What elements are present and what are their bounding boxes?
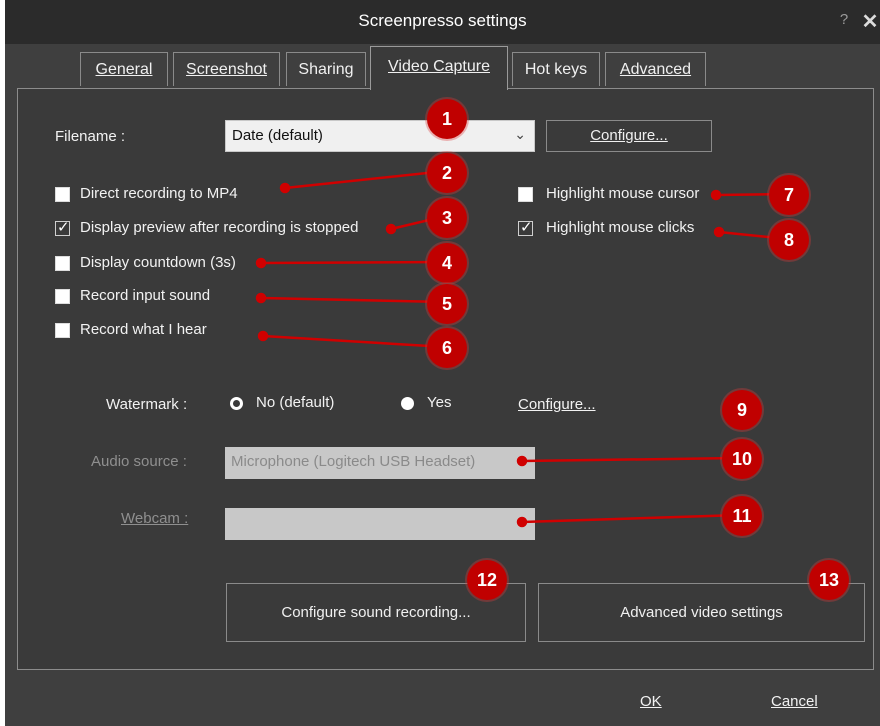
tab-label: Video Capture: [388, 58, 490, 75]
display-preview-checkbox[interactable]: ✓: [55, 219, 70, 236]
callout-11: 11: [722, 496, 762, 536]
tab-label: Hot keys: [524, 61, 588, 78]
filename-value: Date (default): [232, 127, 323, 144]
filename-configure-button[interactable]: Configure...: [546, 120, 712, 152]
tab-label: Sharing: [298, 61, 354, 78]
button-label: Cancel: [771, 693, 818, 710]
webcam-label: Webcam :: [121, 510, 189, 527]
callout-10: 10: [722, 439, 762, 479]
close-icon[interactable]: ✕: [860, 9, 880, 34]
tab-screenshot[interactable]: Screenshot: [173, 52, 280, 86]
window-title: Screenpresso settings: [358, 11, 527, 30]
callout-6: 6: [427, 328, 467, 368]
callout-8: 8: [769, 220, 809, 260]
highlight-clicks-label: Highlight mouse clicks: [546, 219, 695, 236]
watermark-yes-label: Yes: [427, 394, 452, 411]
checkmark-icon: ✓: [520, 219, 533, 236]
tab-label: General: [95, 61, 153, 78]
callout-7: 7: [769, 175, 809, 215]
callout-13: 13: [809, 560, 849, 600]
help-button[interactable]: ?: [834, 11, 854, 28]
highlight-cursor-checkbox[interactable]: [518, 187, 533, 202]
button-label: Configure sound recording...: [281, 604, 471, 621]
watermark-no-radio[interactable]: [230, 397, 243, 410]
record-what-i-hear-checkbox[interactable]: [55, 323, 70, 338]
button-label: OK: [640, 693, 662, 710]
title-bar: Screenpresso settings ? ✕: [5, 0, 880, 44]
direct-mp4-label: Direct recording to MP4: [80, 185, 238, 202]
tab-label: Advanced: [619, 61, 692, 78]
watermark-yes-radio[interactable]: [401, 397, 414, 410]
record-what-i-hear-label: Record what I hear: [80, 321, 207, 338]
callout-1: 1: [427, 99, 467, 139]
callout-12: 12: [467, 560, 507, 600]
audio-source-label: Audio source :: [91, 453, 187, 470]
button-label: Advanced video settings: [620, 604, 783, 621]
callout-4: 4: [427, 243, 467, 283]
tab-sharing[interactable]: Sharing: [286, 52, 366, 86]
record-input-sound-checkbox[interactable]: [55, 289, 70, 304]
watermark-label: Watermark :: [106, 396, 188, 413]
record-input-sound-label: Record input sound: [80, 287, 211, 304]
tab-advanced[interactable]: Advanced: [605, 52, 706, 86]
cancel-button[interactable]: Cancel: [771, 693, 818, 710]
tab-general[interactable]: General: [80, 52, 168, 86]
audio-source-dropdown[interactable]: Microphone (Logitech USB Headset): [225, 447, 535, 479]
filename-dropdown[interactable]: Date (default) ⌄: [225, 120, 535, 152]
watermark-configure-link[interactable]: Configure...: [518, 396, 596, 413]
display-preview-label: Display preview after recording is stopp…: [80, 219, 359, 236]
checkmark-icon: ✓: [57, 219, 70, 236]
tab-video-capture[interactable]: Video Capture: [370, 46, 508, 90]
chevron-down-icon: ⌄: [514, 126, 526, 142]
callout-3: 3: [427, 198, 467, 238]
highlight-cursor-label: Highlight mouse cursor: [546, 185, 700, 202]
tab-label: Screenshot: [186, 61, 267, 78]
webcam-dropdown[interactable]: [225, 508, 535, 540]
callout-5: 5: [427, 284, 467, 324]
highlight-clicks-checkbox[interactable]: ✓: [518, 219, 533, 236]
button-label: Configure...: [590, 127, 668, 144]
callout-2: 2: [427, 153, 467, 193]
tab-hot-keys[interactable]: Hot keys: [512, 52, 600, 86]
ok-button[interactable]: OK: [640, 693, 662, 710]
audio-source-value: Microphone (Logitech USB Headset): [231, 453, 476, 470]
countdown-label: Display countdown (3s): [80, 254, 236, 271]
countdown-checkbox[interactable]: [55, 256, 70, 271]
callout-9: 9: [722, 390, 762, 430]
direct-mp4-checkbox[interactable]: [55, 187, 70, 202]
filename-label: Filename :: [55, 128, 126, 145]
watermark-no-label: No (default): [256, 394, 335, 411]
